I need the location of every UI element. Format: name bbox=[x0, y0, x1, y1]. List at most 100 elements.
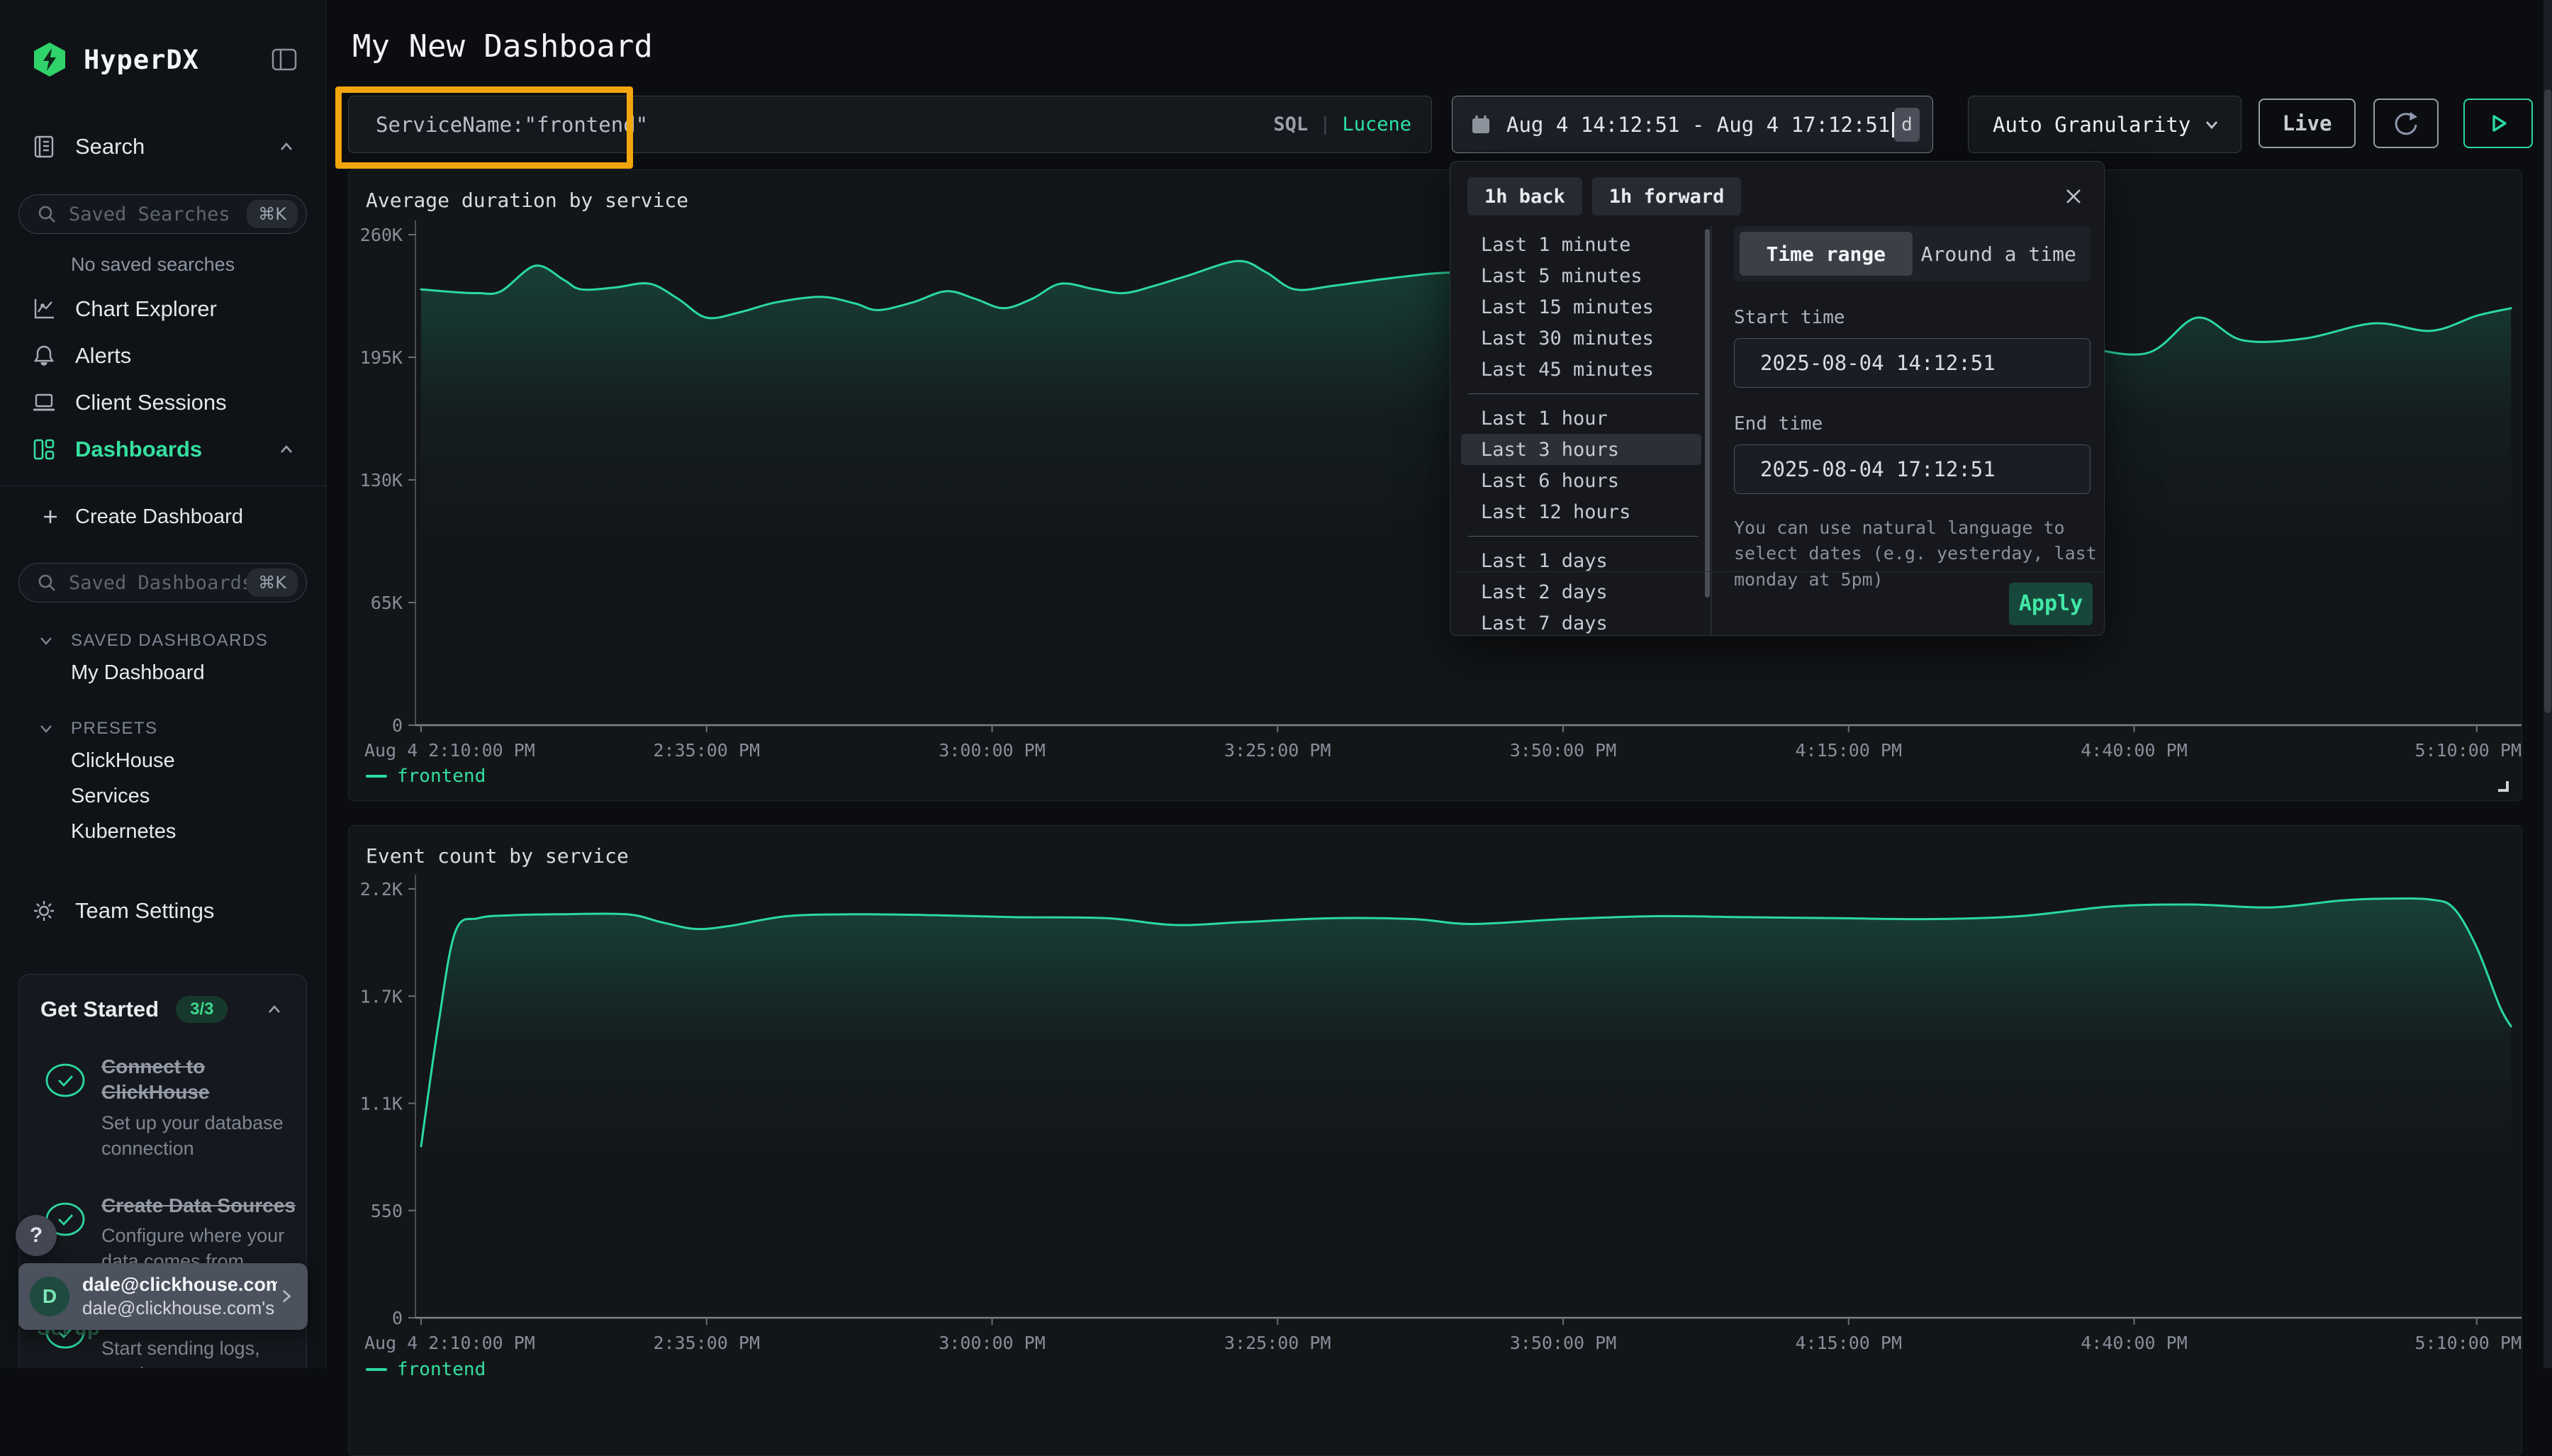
chevron-down-icon bbox=[2201, 114, 2222, 135]
saved-searches-input[interactable]: Saved Searches ⌘K bbox=[18, 194, 307, 234]
granularity-value: Auto Granularity bbox=[1993, 113, 2190, 137]
time-range-option-last-30-minutes[interactable]: Last 30 minutes bbox=[1461, 323, 1701, 354]
sidebar-item-team-settings[interactable]: Team Settings bbox=[0, 887, 325, 934]
dashboard-icon bbox=[31, 437, 57, 462]
create-dashboard-button[interactable]: Create Dashboard bbox=[0, 495, 325, 539]
cmdk-shortcut-badge: ⌘K bbox=[247, 569, 298, 597]
chevron-down-icon bbox=[37, 632, 55, 650]
list-scrollbar[interactable] bbox=[1705, 229, 1710, 598]
shift-back-button[interactable]: 1h back bbox=[1467, 177, 1582, 215]
time-range-input[interactable]: Aug 4 14:12:51 - Aug 4 17:12:51 d bbox=[1452, 96, 1933, 153]
live-button[interactable]: Live bbox=[2259, 99, 2356, 148]
section-header-saved-dashboards[interactable]: SAVED DASHBOARDS bbox=[0, 627, 325, 655]
sidebar-item-my-dashboard[interactable]: My Dashboard bbox=[0, 655, 325, 690]
play-button[interactable] bbox=[2463, 99, 2533, 148]
panel-resize-handle[interactable] bbox=[2498, 781, 2509, 792]
x-tick-label: Aug 4 2:10:00 PM bbox=[364, 740, 535, 761]
sidebar-item-kubernetes[interactable]: Kubernetes bbox=[0, 814, 325, 849]
sidebar-item-label: Alerts bbox=[75, 343, 131, 369]
sidebar-item-alerts[interactable]: Alerts bbox=[0, 332, 325, 379]
chart-icon bbox=[31, 296, 57, 322]
chevron-up-icon[interactable] bbox=[276, 136, 297, 157]
calendar-icon bbox=[1470, 113, 1492, 136]
start-time-input[interactable]: 2025-08-04 14:12:51 bbox=[1734, 338, 2091, 388]
time-range-option-last-45-minutes[interactable]: Last 45 minutes bbox=[1461, 354, 1701, 385]
chart-panel-event-count: Event count by service 05501.1K1.7K2.2KA… bbox=[348, 825, 2522, 1456]
sidebar-item-label: Client Sessions bbox=[75, 390, 227, 415]
sidebar-item-dashboards[interactable]: Dashboards bbox=[0, 426, 325, 473]
lang-separator: | bbox=[1319, 113, 1331, 135]
tab-around-a-time[interactable]: Around a time bbox=[1913, 232, 2086, 276]
x-tick-label: 3:25:00 PM bbox=[1224, 740, 1331, 761]
x-tick-label: 4:40:00 PM bbox=[2081, 1333, 2188, 1353]
avg-duration-chart[interactable]: 065K130K195K260KAug 4 2:10:00 PM2:35:00 … bbox=[349, 170, 2522, 800]
sql-toggle[interactable]: SQL bbox=[1273, 113, 1308, 135]
chart-title: Average duration by service bbox=[366, 189, 688, 212]
apply-button[interactable]: Apply bbox=[2009, 583, 2093, 625]
dashboard-sections: SAVED DASHBOARDSMy Dashboard PRESETSClick… bbox=[0, 627, 325, 849]
sidebar-collapse-icon[interactable] bbox=[269, 44, 300, 75]
close-icon[interactable] bbox=[2061, 184, 2086, 208]
hyperdx-logo-icon bbox=[31, 41, 68, 78]
lucene-toggle[interactable]: Lucene bbox=[1342, 113, 1411, 135]
y-tick-label: 0 bbox=[392, 1308, 403, 1328]
logo-row: HyperDX bbox=[0, 0, 325, 78]
x-tick-label: 3:50:00 PM bbox=[1510, 1333, 1617, 1353]
avatar: D bbox=[30, 1277, 69, 1316]
event-count-chart[interactable]: 05501.1K1.7K2.2KAug 4 2:10:00 PM2:35:00 … bbox=[349, 826, 2522, 1455]
section-header-presets[interactable]: PRESETS bbox=[0, 715, 325, 743]
plus-icon bbox=[40, 506, 61, 527]
sidebar-item-client-sessions[interactable]: Client Sessions bbox=[0, 379, 325, 426]
time-range-option-last-6-hours[interactable]: Last 6 hours bbox=[1461, 465, 1701, 496]
shift-forward-button[interactable]: 1h forward bbox=[1592, 177, 1742, 215]
time-range-option-last-1-hour[interactable]: Last 1 hour bbox=[1461, 403, 1701, 434]
get-started-item-desc: Set up your database connection bbox=[101, 1110, 300, 1162]
time-range-option-last-1-minute[interactable]: Last 1 minute bbox=[1461, 229, 1701, 260]
time-range-option-last-12-hours[interactable]: Last 12 hours bbox=[1461, 496, 1701, 527]
time-range-option-last-15-minutes[interactable]: Last 15 minutes bbox=[1461, 291, 1701, 323]
time-picker-tabs: Time range Around a time bbox=[1734, 226, 2091, 281]
search-query-value: ServiceName:"frontend" bbox=[376, 113, 1273, 137]
journal-icon bbox=[31, 134, 57, 159]
legend-label: frontend bbox=[397, 766, 486, 787]
sidebar-item-label: Chart Explorer bbox=[75, 296, 217, 322]
x-tick-label: 4:15:00 PM bbox=[1795, 740, 1902, 761]
granularity-select[interactable]: Auto Granularity bbox=[1968, 96, 2242, 153]
sidebar-item-clickhouse[interactable]: ClickHouse bbox=[0, 743, 325, 778]
x-tick-label: 3:00:00 PM bbox=[939, 740, 1046, 761]
sidebar-item-chart-explorer[interactable]: Chart Explorer bbox=[0, 286, 325, 332]
page-scrollbar[interactable] bbox=[2543, 0, 2552, 1368]
sidebar-item-search[interactable]: Search bbox=[0, 123, 325, 170]
legend-swatch bbox=[366, 1368, 387, 1371]
time-picker-popup: 1h back 1h forward Last 1 minuteLast 5 m… bbox=[1450, 161, 2105, 636]
get-started-item-connect-to-clickhouse[interactable]: Connect to ClickHouseSet up your databas… bbox=[40, 1054, 285, 1162]
time-range-option-last-5-minutes[interactable]: Last 5 minutes bbox=[1461, 260, 1701, 291]
y-tick-label: 130K bbox=[360, 470, 403, 491]
user-menu[interactable]: D dale@clickhouse.com dale@clickhouse.co… bbox=[18, 1263, 308, 1330]
refresh-button[interactable] bbox=[2373, 99, 2439, 148]
help-button[interactable]: ? bbox=[16, 1215, 57, 1256]
scrollbar-thumb[interactable] bbox=[2544, 89, 2551, 713]
y-tick-label: 65K bbox=[371, 593, 403, 613]
saved-dashboards-input[interactable]: Saved Dashboards ⌘K bbox=[18, 563, 307, 603]
time-range-option-last-3-hours[interactable]: Last 3 hours bbox=[1461, 434, 1701, 465]
chevron-up-icon[interactable] bbox=[264, 999, 285, 1020]
team-settings-label: Team Settings bbox=[75, 898, 214, 924]
chart-legend[interactable]: frontend bbox=[366, 766, 486, 787]
y-tick-label: 0 bbox=[392, 715, 403, 736]
list-group-divider bbox=[1468, 393, 1698, 394]
chevron-up-icon[interactable] bbox=[276, 439, 297, 460]
saved-searches-placeholder: Saved Searches bbox=[69, 203, 247, 225]
get-started-item-create-data-sources[interactable]: Create Data SourcesConfigure where your … bbox=[40, 1193, 285, 1275]
end-time-input[interactable]: 2025-08-04 17:12:51 bbox=[1734, 444, 2091, 494]
chevron-down-icon bbox=[37, 719, 55, 738]
get-started-item-title: Create Data Sources bbox=[101, 1193, 300, 1219]
d-key-badge: d bbox=[1894, 108, 1920, 142]
chart-legend[interactable]: frontend bbox=[366, 1359, 486, 1380]
popup-footer: Apply bbox=[1456, 571, 2104, 635]
tab-time-range[interactable]: Time range bbox=[1740, 232, 1913, 276]
search-query-input[interactable]: ServiceName:"frontend" SQL | Lucene bbox=[348, 96, 1432, 153]
legend-label: frontend bbox=[397, 1359, 486, 1380]
saved-dashboards-placeholder: Saved Dashboards bbox=[69, 572, 247, 594]
sidebar-item-services[interactable]: Services bbox=[0, 778, 325, 814]
